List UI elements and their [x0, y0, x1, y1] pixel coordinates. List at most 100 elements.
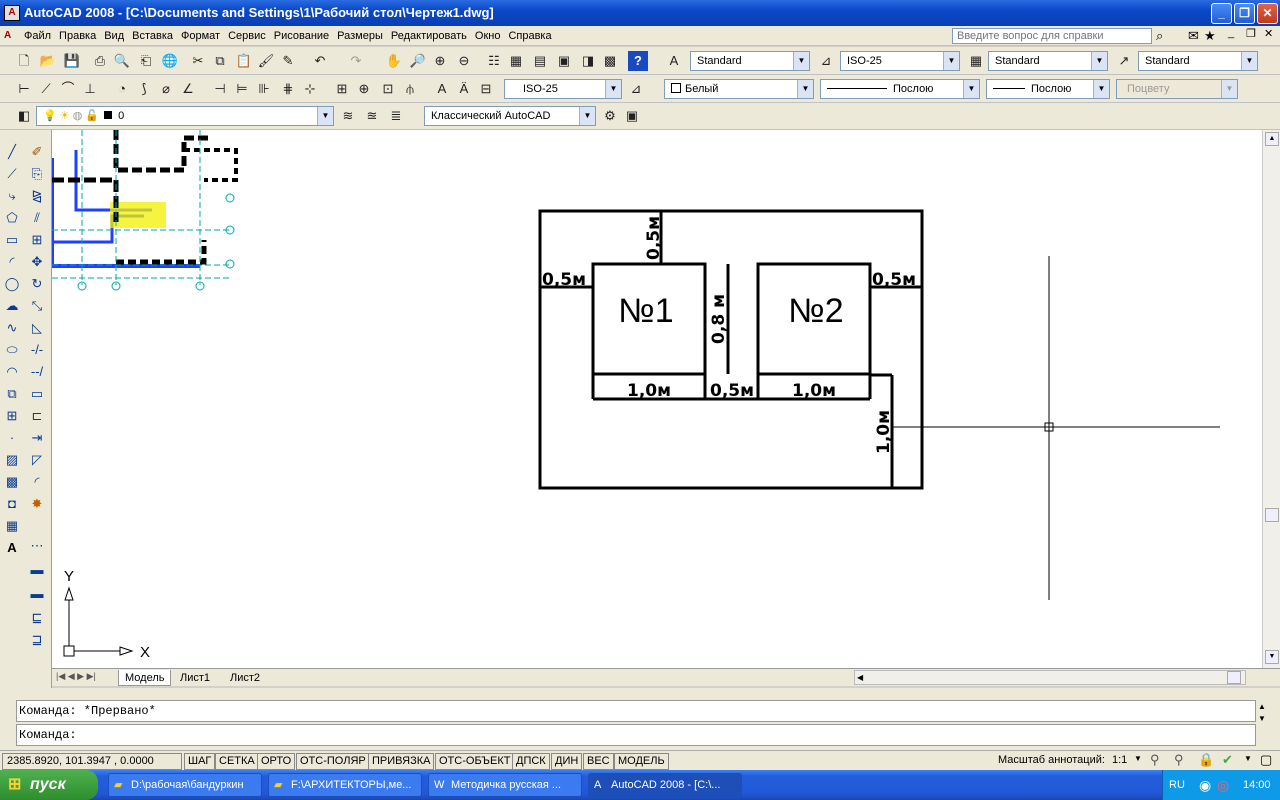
rectangle-icon[interactable]: ▭ [1, 230, 23, 250]
tab-nav-arrows-icon[interactable]: |◀ ◀ ▶ ▶| [56, 671, 96, 682]
chevron-down-icon[interactable]: ▼ [317, 107, 333, 125]
autocad-app-icon[interactable]: A [4, 5, 20, 21]
publish-icon[interactable]: ⎗ [136, 51, 156, 71]
open-icon[interactable]: 📂 [38, 51, 58, 71]
annotation-visibility-icon[interactable]: ⚲ [1150, 752, 1160, 768]
otrack-toggle[interactable]: ОТС-ОБЪЕКТ [435, 753, 515, 770]
circle-icon[interactable]: ◯ [1, 274, 23, 294]
model-space-drawing[interactable]: №1 №2 0,5м 0,5м 0,5м 0,8 м 1,0м 0,5м 1,0… [50, 130, 1262, 668]
tab-layout2[interactable]: Лист2 [224, 670, 266, 686]
dim-space-icon[interactable]: ⋕ [278, 79, 298, 99]
polygon-icon[interactable]: ⬠ [1, 208, 23, 228]
hscroll-thumb[interactable] [1227, 671, 1241, 684]
point-icon[interactable]: · [1, 428, 23, 448]
document-icon[interactable]: A [4, 29, 18, 43]
spline-icon[interactable]: ∿ [1, 318, 23, 338]
ordinate-dim-icon[interactable]: ⊥ [80, 79, 100, 99]
text-style-combo[interactable]: Standard ▼ [690, 51, 810, 71]
horizontal-scrollbar[interactable]: ◀ [854, 670, 1246, 685]
copy-icon[interactable]: ⧉ [210, 51, 230, 71]
chamfer-icon[interactable]: ◸ [26, 450, 48, 470]
paste-icon[interactable]: 📋 [234, 51, 254, 71]
layer-match-icon[interactable]: ▬ [26, 584, 48, 604]
design-center-icon[interactable]: ▦ [506, 51, 526, 71]
menu-dimensions[interactable]: Размеры [333, 26, 387, 46]
task-folder-2[interactable]: ▰ F:\АРХИТЕКТОРЫ,ме... [268, 773, 422, 797]
vertical-scrollbar[interactable]: ▲ ▼ [1262, 130, 1280, 668]
annotation-scale-value[interactable]: 1:1 [1112, 754, 1127, 766]
copy-object-icon[interactable]: ⎘ [26, 164, 48, 184]
communication-center-icon[interactable]: ✔ [1222, 752, 1233, 768]
inspect-icon[interactable]: ⊡ [378, 79, 398, 99]
offset-icon[interactable]: ⫽ [26, 208, 48, 228]
coordinates-readout[interactable]: 2385.8920, 101.3947 , 0.0000 [2, 753, 182, 770]
dim-style-icon[interactable]: ⊿ [816, 51, 836, 71]
help-search-input[interactable] [952, 28, 1152, 44]
continue-dim-icon[interactable]: ⊪ [254, 79, 274, 99]
layer-iso-icon[interactable]: ⊑ [26, 608, 48, 628]
ducs-toggle[interactable]: ДПСК [512, 753, 550, 770]
dim-text-edit-icon[interactable]: Ä [454, 79, 474, 99]
chevron-down-icon[interactable]: ▼ [605, 80, 621, 98]
workspace-combo[interactable]: Классический AutoCAD ▼ [424, 106, 596, 126]
doc-close-button[interactable]: ✕ [1264, 27, 1273, 40]
text-style-icon[interactable]: A [664, 51, 684, 71]
save-icon[interactable]: 💾 [62, 51, 82, 71]
layer-prop-icon[interactable]: ▬ [26, 560, 48, 580]
pan-icon[interactable]: ✋ [384, 51, 404, 71]
chevron-down-icon[interactable]: ▼ [793, 52, 809, 70]
ellipse-arc-icon[interactable]: ◠ [1, 362, 23, 382]
linetype-combo[interactable]: Послою ▼ [820, 79, 980, 99]
zoom-realtime-icon[interactable]: 🔎 [408, 51, 428, 71]
scroll-left-icon[interactable]: ◀ [857, 671, 863, 684]
cut-icon[interactable]: ✂ [188, 51, 208, 71]
menu-window[interactable]: Окно [471, 26, 505, 46]
menu-view[interactable]: Вид [100, 26, 128, 46]
menu-edit[interactable]: Правка [55, 26, 100, 46]
menu-format[interactable]: Формат [177, 26, 224, 46]
dim-style-combo[interactable]: ISO-25 ▼ [840, 51, 960, 71]
chevron-down-icon[interactable]: ▼ [963, 80, 979, 98]
lineweight-toggle[interactable]: ВЕС [583, 753, 614, 770]
layer-manager-icon[interactable]: ◧ [14, 106, 34, 126]
undo-icon[interactable]: ↶ [310, 51, 330, 71]
erase-icon[interactable]: ✐ [26, 142, 48, 162]
menu-modify[interactable]: Редактировать [387, 26, 471, 46]
tray-app-icon[interactable]: ◉ [1199, 770, 1211, 800]
scroll-down-icon[interactable]: ▼ [1265, 650, 1279, 664]
toolbar-lock-icon[interactable]: 🔒 [1198, 752, 1214, 768]
polar-toggle[interactable]: ОТС-ПОЛЯР [296, 753, 370, 770]
mirror-icon[interactable]: ⧎ [26, 186, 48, 206]
make-current-layer-icon[interactable]: ≋ [338, 106, 358, 126]
color-combo[interactable]: Белый ▼ [664, 79, 814, 99]
calculator-icon[interactable]: ▩ [600, 51, 620, 71]
menu-file[interactable]: Файл [20, 26, 55, 46]
hatch-icon[interactable]: ▨ [1, 450, 23, 470]
menu-draw[interactable]: Рисование [270, 26, 333, 46]
sheet-set-icon[interactable]: ▣ [554, 51, 574, 71]
mleader-style-combo[interactable]: Standard ▼ [1138, 51, 1258, 71]
minimize-button[interactable]: _ [1211, 3, 1232, 24]
doc-restore-button[interactable]: ❐ [1246, 27, 1256, 40]
tab-model[interactable]: Модель [118, 670, 172, 686]
revcloud-icon[interactable]: ☁ [1, 296, 23, 316]
ortho-toggle[interactable]: ОРТО [257, 753, 296, 770]
table-style-combo[interactable]: Standard ▼ [988, 51, 1108, 71]
auto-scale-icon[interactable]: ⚲ [1174, 752, 1184, 768]
quick-dim-icon[interactable]: ⊣ [210, 79, 230, 99]
start-button[interactable]: ⊞ пуск [0, 770, 98, 800]
cmd-scroll-down-icon[interactable]: ▼ [1258, 714, 1266, 723]
tolerance-icon[interactable]: ⊞ [332, 79, 352, 99]
dyn-toggle[interactable]: ДИН [551, 753, 583, 770]
insert-block-icon[interactable]: ⧉ [1, 384, 23, 404]
favorites-star-icon[interactable]: ★ [1204, 28, 1216, 44]
fillet-icon[interactable]: ◜ [26, 472, 48, 492]
chevron-down-icon[interactable]: ▼ [579, 107, 595, 125]
scroll-thumb[interactable] [1265, 508, 1279, 522]
linear-dim-icon[interactable]: ⊢ [14, 79, 34, 99]
lineweight-combo[interactable]: Послою ▼ [986, 79, 1110, 99]
preview-icon[interactable]: 🔍 [112, 51, 132, 71]
arc-icon[interactable]: ◜ [1, 252, 23, 272]
communication-icon[interactable]: ✉ [1188, 28, 1199, 44]
stretch-icon[interactable]: ◺ [26, 318, 48, 338]
